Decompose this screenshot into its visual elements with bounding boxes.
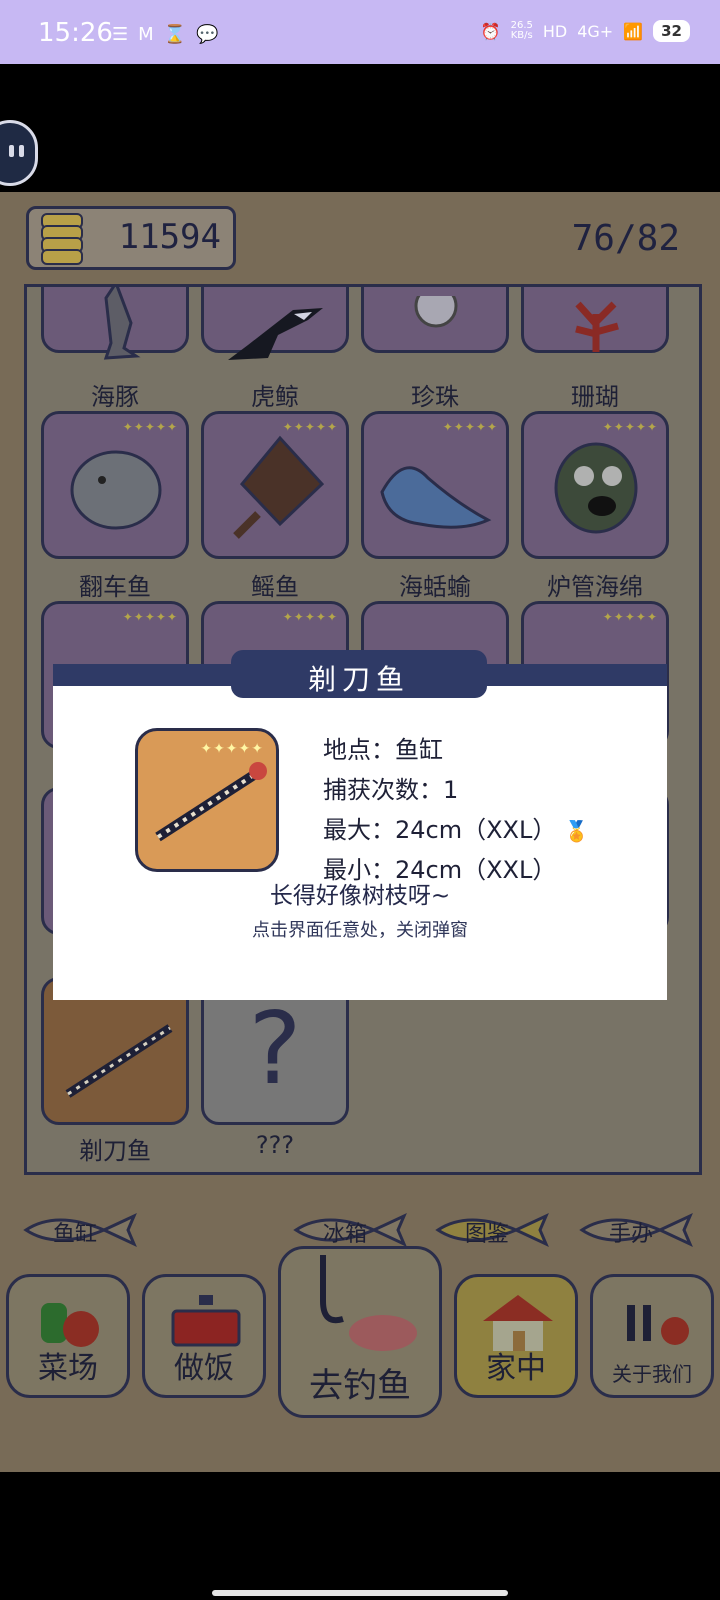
rarity-stars: ✦✦✦✦✦ (602, 610, 658, 624)
fish-label: 海豚 (91, 383, 139, 411)
status-bar: 15:26 ☰ M ⌛ 💬 ⏰ 26.5 KB/s HD 4G+ 📶 32 (0, 0, 720, 64)
system-icons: ⏰ 26.5 KB/s HD 4G+ 📶 32 (481, 20, 690, 42)
network-speed: 26.5 KB/s (510, 20, 533, 41)
fish-label: ??? (255, 1131, 295, 1159)
coin-value: 11594 (118, 217, 221, 257)
cook-button[interactable]: 做饭 (142, 1274, 266, 1398)
gesture-home-indicator[interactable] (212, 1590, 508, 1596)
fish-label: 虎鲸 (251, 383, 299, 411)
medal-icon: 🏅 (564, 819, 589, 843)
network-type: 4G+ (577, 21, 614, 41)
fish-detail-popup[interactable]: 剃刀鱼 ✦✦✦✦✦ 地点：鱼缸 捕获次数：1 最大：24cm（XXL） 🏅 最小… (53, 650, 667, 1000)
fish-label: 翻车鱼 (79, 573, 151, 601)
fish-label: 剃刀鱼 (79, 1137, 151, 1165)
rarity-stars: ✦✦✦✦✦ (122, 610, 178, 624)
hourglass-icon: ⌛ (163, 24, 187, 45)
rarity-stars: ✦✦✦✦✦ (282, 610, 338, 624)
coin-stack-icon (37, 213, 83, 265)
fish-card-dolphin[interactable] (41, 287, 189, 360)
max-size-text: 最大：24cm（XXL） 🏅 (323, 810, 589, 845)
fish-label: 珍珠 (411, 383, 459, 411)
fish-card-pearl[interactable] (361, 287, 509, 353)
close-hint: 点击界面任意处，关闭弹窗 (252, 920, 468, 941)
chat-icon: 💬 (196, 24, 219, 45)
alarm-icon: ⏰ (480, 21, 501, 41)
tab-catalog[interactable]: 图鉴 (432, 1208, 549, 1252)
max-size-value: 最大：24cm（XXL） (323, 816, 557, 844)
popup-title-pill: 剃刀鱼 (231, 650, 487, 698)
home-button[interactable]: 家中 (454, 1274, 578, 1398)
collection-progress: 76/82 (571, 218, 680, 259)
fish-card-stovepipe-sponge[interactable]: ✦✦✦✦✦ (521, 411, 669, 559)
location-text: 地点：鱼缸 (323, 736, 443, 764)
storage-icon: ☰ (112, 24, 129, 45)
popup-title: 剃刀鱼 (307, 663, 410, 696)
tab-figures[interactable]: 手办 (576, 1208, 693, 1252)
top-black-bar (0, 64, 720, 192)
battery-icon: 32 (653, 20, 690, 42)
fish-card-coral[interactable] (521, 287, 669, 353)
fishing-hook-icon (320, 1255, 417, 1351)
fish-label: 珊瑚 (571, 383, 619, 411)
fish-card-ray[interactable]: ✦✦✦✦✦ (201, 411, 349, 559)
hd-badge: HD (542, 21, 568, 41)
mail-icon: M (138, 24, 154, 45)
about-button[interactable]: 关于我们 (590, 1274, 714, 1398)
catch-count-text: 捕获次数：1 (323, 776, 459, 804)
status-time: 15:26 (38, 18, 113, 48)
wifi-icon: 📶 (623, 21, 644, 41)
fish-label: 鳐鱼 (251, 573, 299, 601)
razor-fish-image: ✦✦✦✦✦ (135, 728, 279, 872)
tab-aquarium[interactable]: 鱼缸 (20, 1208, 137, 1252)
fish-description: 长得好像树枝呀~ (269, 883, 451, 909)
go-fishing-button[interactable]: 去钓鱼 (278, 1246, 442, 1418)
fish-card-orca[interactable] (201, 287, 349, 360)
logo-icon (627, 1305, 689, 1345)
fish-card-sunfish[interactable]: ✦✦✦✦✦ (41, 411, 189, 559)
fish-label: 炉管海绵 (547, 573, 643, 601)
coin-counter: 11594 (26, 206, 236, 270)
razor-fish-icon (155, 762, 267, 842)
farm-button[interactable]: 菜场 (6, 1274, 130, 1398)
fish-card-sea-slug[interactable]: ✦✦✦✦✦ (361, 411, 509, 559)
fish-label: 海蛞蝓 (399, 573, 471, 601)
notification-icons: ☰ M ⌛ 💬 (112, 24, 219, 45)
unknown-icon: ? (248, 990, 302, 1107)
